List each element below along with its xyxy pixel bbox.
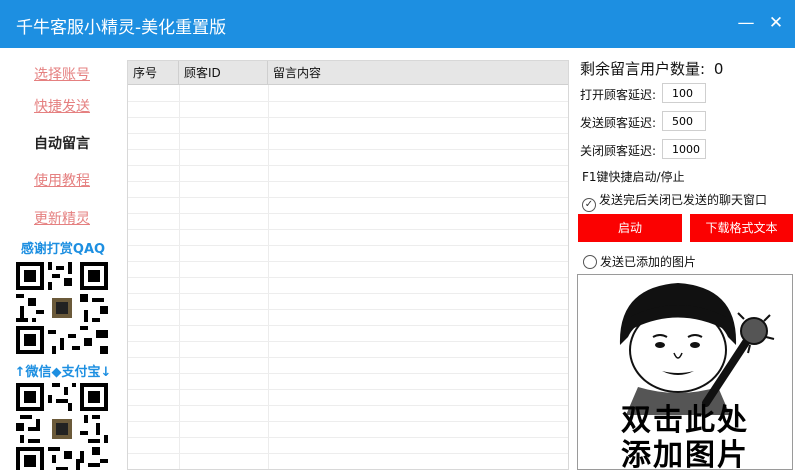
nav-select-account[interactable]: 选择账号 [12, 64, 112, 84]
table-row-line [128, 357, 568, 358]
table-row-line [128, 229, 568, 230]
title-bar: 千牛客服小精灵-美化重置版 — ✕ [0, 0, 795, 48]
table-row-line [128, 197, 568, 198]
close-delay-label: 关闭顾客延迟: [580, 144, 657, 158]
send-image-label: 发送已添加的图片 [600, 255, 697, 269]
checkmark-icon[interactable]: ✓ [582, 198, 596, 212]
nav-quick-send[interactable]: 快捷发送 [12, 96, 112, 116]
table-row-line [128, 373, 568, 374]
table-row-line [128, 181, 568, 182]
table-row-line [128, 133, 568, 134]
table-row-line [128, 389, 568, 390]
table-row-line [128, 149, 568, 150]
remaining-users-row: 剩余留言用户数量: 0 [580, 58, 723, 79]
table-row-line [128, 309, 568, 310]
table-row-line [128, 325, 568, 326]
table-row-line [128, 421, 568, 422]
nav-tutorial[interactable]: 使用教程 [12, 170, 112, 190]
payment-label: ↑微信◆支付宝↓ [14, 365, 112, 380]
close-after-send-label: 发送完后关闭已发送的聊天窗口 [599, 193, 768, 207]
table-row-line [128, 101, 568, 102]
table-header: 序号 顾客ID 留言内容 [128, 61, 568, 85]
remaining-users-label: 剩余留言用户数量: [580, 60, 706, 78]
table-row-line [128, 437, 568, 438]
close-icon[interactable]: ✕ [763, 10, 789, 36]
nav-update[interactable]: 更新精灵 [12, 208, 112, 228]
table-row-line [128, 261, 568, 262]
download-template-button[interactable]: 下载格式文本 [690, 214, 793, 242]
table-row-line [128, 117, 568, 118]
image-caption-line2: 添加图片 [621, 438, 749, 470]
send-delay-label: 发送顾客延迟: [580, 116, 657, 130]
message-table[interactable]: 序号 顾客ID 留言内容 [127, 60, 569, 470]
radio-icon[interactable] [583, 255, 597, 269]
image-add-area[interactable]: 双击此处 添加图片 [577, 274, 793, 470]
alipay-qr-code [16, 383, 108, 470]
open-delay-label: 打开顾客延迟: [580, 88, 657, 102]
table-row-line [128, 213, 568, 214]
table-row-line [128, 293, 568, 294]
send-delay-input[interactable] [662, 111, 706, 131]
table-row-line [128, 341, 568, 342]
wechat-qr-code [16, 262, 108, 354]
thanks-label: 感谢打赏QAQ [20, 242, 106, 257]
hotkey-hint: F1键快捷启动/停止 [582, 170, 685, 184]
open-delay-input[interactable] [662, 83, 706, 103]
table-row-line [128, 277, 568, 278]
table-row-line [128, 245, 568, 246]
table-row-line [128, 453, 568, 454]
remaining-users-count: 0 [713, 60, 724, 78]
minimize-icon[interactable]: — [733, 10, 759, 36]
start-button[interactable]: 启动 [578, 214, 682, 242]
close-delay-input[interactable] [662, 139, 706, 159]
table-row-line [128, 165, 568, 166]
close-after-send-option[interactable]: ✓ 发送完后关闭已发送的聊天窗口 [582, 191, 767, 212]
column-header-index[interactable]: 序号 [128, 61, 179, 85]
window-title: 千牛客服小精灵-美化重置版 [16, 18, 227, 38]
column-header-customer-id[interactable]: 顾客ID [179, 61, 268, 85]
send-image-option[interactable]: 发送已添加的图片 [583, 253, 696, 270]
table-row-line [128, 405, 568, 406]
nav-auto-message[interactable]: 自动留言 [12, 133, 112, 153]
column-header-message[interactable]: 留言内容 [268, 61, 568, 85]
